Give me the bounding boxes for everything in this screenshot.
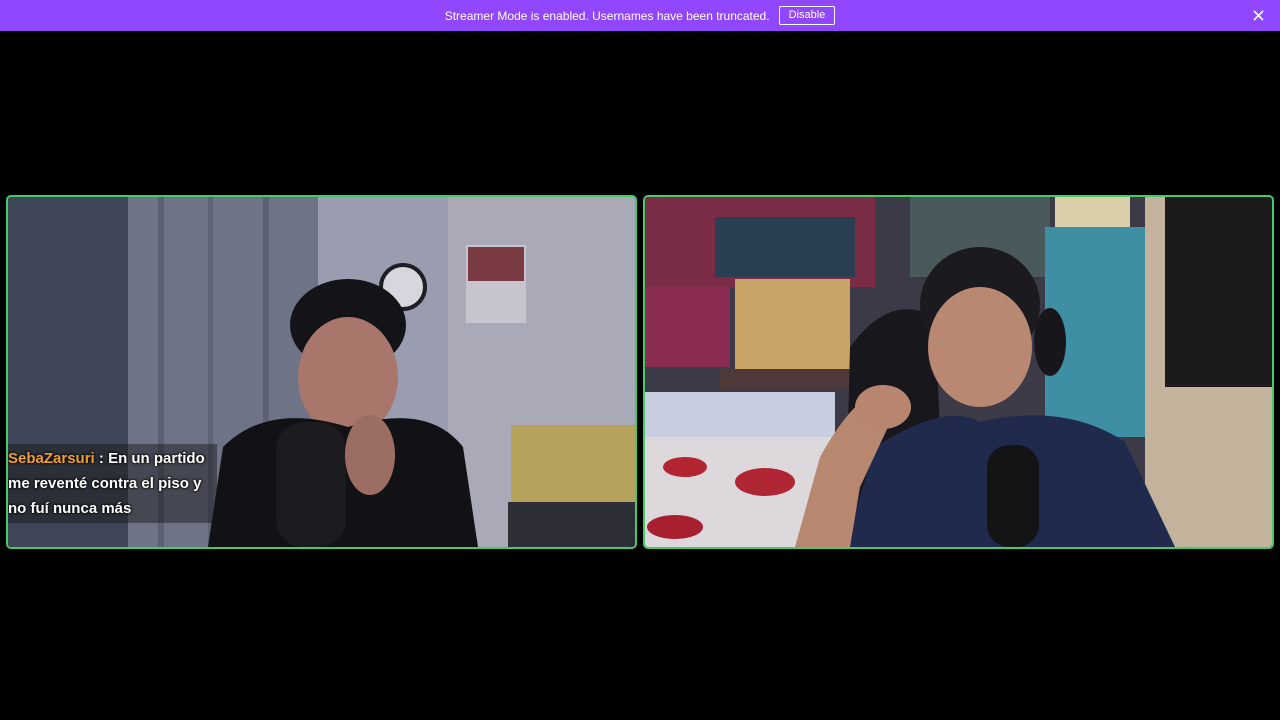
- caption-username: SebaZarsuri: [8, 450, 95, 467]
- streamer-mode-banner: Streamer Mode is enabled. Usernames have…: [0, 0, 1280, 31]
- video-frame-right: [645, 197, 1272, 547]
- chat-caption: SebaZarsuri : En un partido me reventé c…: [8, 444, 217, 523]
- participant-video-tile-right[interactable]: [643, 195, 1274, 549]
- disable-streamer-mode-button[interactable]: Disable: [778, 6, 836, 25]
- participant-video-tile-left[interactable]: SebaZarsuri : En un partido me reventé c…: [6, 195, 637, 549]
- caption-separator: :: [94, 450, 109, 467]
- close-icon[interactable]: [1251, 8, 1266, 23]
- streamer-mode-message: Streamer Mode is enabled. Usernames have…: [444, 8, 770, 23]
